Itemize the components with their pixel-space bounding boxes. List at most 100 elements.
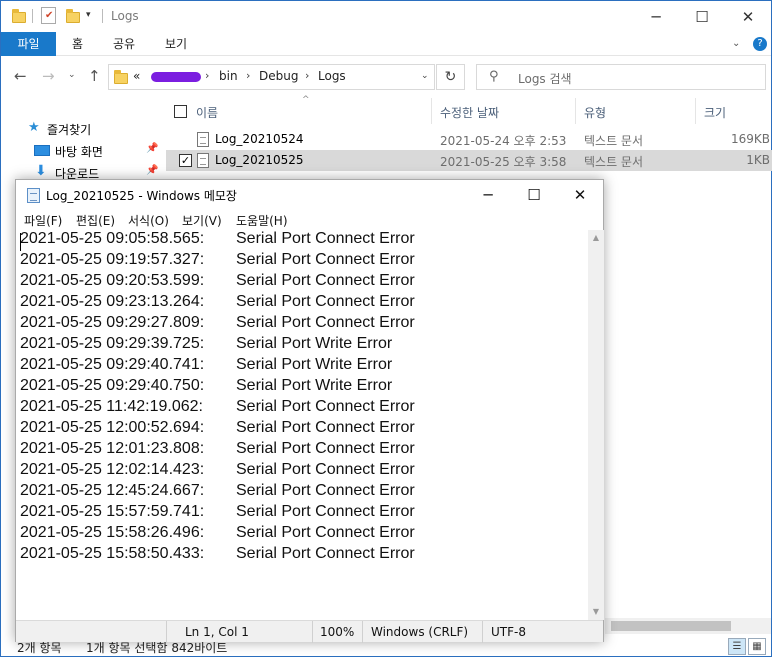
- text-editor[interactable]: 2021-05-25 15:58:50.433: Serial Port Conn…: [16, 230, 588, 620]
- menu-format[interactable]: 서식(O): [128, 212, 169, 229]
- scroll-up-icon[interactable]: ▲: [588, 230, 604, 246]
- search-icon: ⚲: [489, 69, 499, 84]
- tab-share[interactable]: 공유: [100, 32, 148, 56]
- scrollbar-thumb[interactable]: [611, 621, 731, 631]
- divider: [312, 621, 313, 643]
- log-message: Serial Port Connect Error: [236, 503, 415, 520]
- column-size[interactable]: 크기: [704, 104, 726, 121]
- notepad-icon: [27, 188, 40, 203]
- log-message: Serial Port Write Error: [236, 356, 393, 373]
- horizontal-scrollbar[interactable]: [605, 618, 771, 634]
- log-message: Serial Port Connect Error: [236, 419, 415, 436]
- notepad-menu-bar: 파일(F) 편집(E) 서식(O) 보기(V) 도움말(H): [16, 210, 603, 230]
- menu-file[interactable]: 파일(F): [24, 212, 62, 229]
- chevron-right-icon[interactable]: ›: [305, 69, 309, 82]
- close-button[interactable]: ✕: [557, 180, 603, 210]
- large-icons-view-icon[interactable]: ▦: [748, 638, 766, 655]
- window-title: Logs: [111, 9, 139, 23]
- tab-view[interactable]: 보기: [152, 32, 200, 56]
- folder-icon: [11, 8, 27, 24]
- chevron-right-icon[interactable]: ›: [246, 69, 250, 82]
- file-date: 2021-05-25 오후 3:58: [440, 155, 567, 169]
- help-icon[interactable]: ?: [753, 37, 767, 51]
- ribbon-tabs: 파일 홈 공유 보기 ⌄ ?: [1, 32, 771, 56]
- nav-item-desktop[interactable]: 바탕 화면 📌: [1, 140, 161, 162]
- log-message: Serial Port Connect Error: [236, 524, 415, 541]
- up-arrow-icon[interactable]: ↑: [88, 67, 101, 85]
- log-timestamp: 2021-05-25 12:00:52.694:: [20, 419, 205, 436]
- log-message: Serial Port Connect Error: [236, 482, 415, 499]
- new-folder-icon[interactable]: [65, 8, 81, 24]
- divider: [695, 98, 696, 124]
- breadcrumb-logs[interactable]: Logs: [318, 69, 346, 83]
- file-type: 텍스트 문서: [584, 155, 644, 169]
- file-date: 2021-05-24 오후 2:53: [440, 134, 567, 148]
- log-message: Serial Port Connect Error: [236, 251, 415, 268]
- tab-home[interactable]: 홈: [59, 32, 96, 56]
- maximize-button[interactable]: ☐: [679, 1, 725, 32]
- log-timestamp: 2021-05-25 09:29:27.809:: [20, 314, 205, 331]
- explorer-titlebar: ✔ ▾ Logs ─ ☐ ✕: [1, 1, 771, 32]
- nav-item-label: 바탕 화면: [55, 145, 103, 159]
- log-timestamp: 2021-05-25 12:02:14.423:: [20, 461, 205, 478]
- log-timestamp: 2021-05-25 09:29:39.725:: [20, 335, 205, 352]
- maximize-button[interactable]: ☐: [511, 180, 557, 210]
- nav-item-favorites[interactable]: ★ 즐겨찾기: [1, 118, 161, 140]
- log-message: Serial Port Connect Error: [236, 545, 415, 562]
- column-type[interactable]: 유형: [584, 104, 606, 121]
- notepad-status-bar: Ln 1, Col 1 100% Windows (CRLF) UTF-8: [16, 620, 603, 643]
- log-message: Serial Port Write Error: [236, 335, 393, 352]
- search-box[interactable]: ⚲ Logs 검색: [476, 64, 766, 90]
- row-checkbox[interactable]: ✓: [179, 154, 192, 167]
- menu-edit[interactable]: 편집(E): [76, 212, 115, 229]
- file-row-selected[interactable]: ✓ Log_20210525 2021-05-25 오후 3:58 텍스트 문서…: [166, 150, 772, 171]
- address-dropdown-icon[interactable]: ⌄: [421, 71, 429, 81]
- pin-icon[interactable]: 📌: [146, 143, 158, 154]
- properties-icon[interactable]: ✔: [41, 7, 56, 24]
- ribbon-expand-icon[interactable]: ⌄: [732, 38, 740, 49]
- divider: [431, 98, 432, 124]
- breadcrumb-overflow[interactable]: «: [133, 69, 140, 83]
- log-timestamp: 2021-05-25 15:58:26.496:: [20, 524, 205, 541]
- pin-icon[interactable]: 📌: [146, 165, 158, 176]
- recent-locations-icon[interactable]: ⌄: [68, 70, 76, 80]
- redacted-path-segment: [151, 72, 201, 82]
- menu-view[interactable]: 보기(V): [182, 212, 222, 229]
- select-all-checkbox[interactable]: [174, 105, 187, 118]
- download-icon: ⬇: [35, 163, 47, 179]
- forward-arrow-icon[interactable]: →: [42, 67, 55, 85]
- refresh-icon[interactable]: ↻: [436, 64, 465, 90]
- text-caret: [20, 233, 21, 251]
- scroll-down-icon[interactable]: ▼: [588, 604, 604, 620]
- divider: [102, 9, 103, 23]
- minimize-button[interactable]: ─: [633, 1, 679, 32]
- details-view-icon[interactable]: ☰: [728, 638, 746, 655]
- breadcrumb-debug[interactable]: Debug: [259, 69, 298, 83]
- sort-ascending-icon: ^: [302, 95, 310, 105]
- notepad-title: Log_20210525 - Windows 메모장: [46, 189, 237, 203]
- notepad-titlebar: Log_20210525 - Windows 메모장 ─ ☐ ✕: [16, 180, 603, 210]
- divider: [575, 98, 576, 124]
- breadcrumb-bin[interactable]: bin: [219, 69, 238, 83]
- close-button[interactable]: ✕: [725, 1, 771, 32]
- log-message: Serial Port Connect Error: [236, 272, 415, 289]
- log-timestamp: 2021-05-25 11:42:19.062:: [20, 398, 203, 415]
- log-timestamp: 2021-05-25 09:29:40.750:: [20, 377, 205, 394]
- tab-file[interactable]: 파일: [1, 32, 56, 56]
- back-arrow-icon[interactable]: ←: [14, 67, 27, 85]
- column-name[interactable]: 이름: [196, 104, 218, 121]
- text-file-icon: [197, 132, 209, 147]
- log-timestamp: 2021-05-25 09:23:13.264:: [20, 293, 205, 310]
- nav-item-label: 즐겨찾기: [47, 123, 92, 137]
- file-row[interactable]: Log_20210524 2021-05-24 오후 2:53 텍스트 문서 1…: [166, 129, 772, 150]
- log-timestamp: 2021-05-25 09:05:58.565:: [20, 230, 205, 247]
- vertical-scrollbar[interactable]: ▲ ▼: [588, 230, 604, 620]
- menu-help[interactable]: 도움말(H): [236, 212, 288, 229]
- minimize-button[interactable]: ─: [465, 180, 511, 210]
- quick-access-dropdown-icon[interactable]: ▾: [86, 10, 102, 26]
- chevron-right-icon[interactable]: ›: [205, 69, 209, 82]
- log-message: Serial Port Write Error: [236, 377, 393, 394]
- address-bar[interactable]: « › bin › Debug › Logs ⌄: [108, 64, 435, 90]
- log-message: Serial Port Connect Error: [236, 398, 415, 415]
- column-date-modified[interactable]: 수정한 날짜: [440, 104, 499, 121]
